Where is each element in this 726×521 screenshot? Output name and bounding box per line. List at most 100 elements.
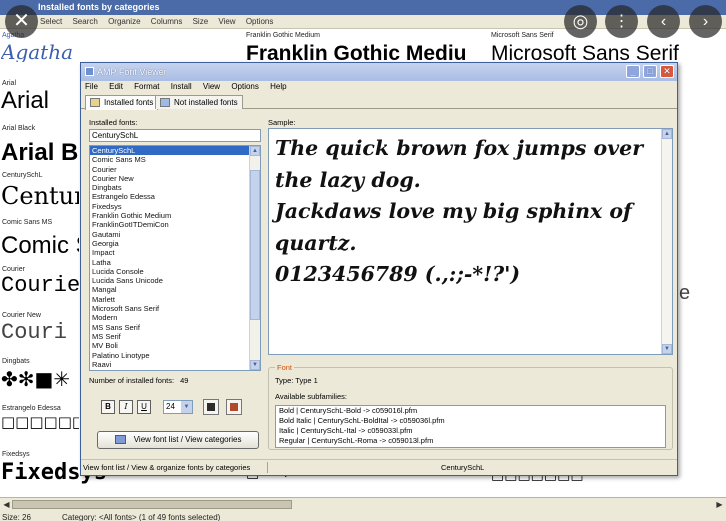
font-search-input[interactable]: CenturySchL (89, 129, 261, 142)
sample-line: The quick brown fox jumps over (275, 136, 643, 160)
list-item[interactable]: MV Boli (90, 341, 260, 350)
close-icon[interactable]: ✕ (5, 5, 38, 38)
minimize-icon[interactable]: _ (626, 65, 640, 78)
scroll-up-icon[interactable]: ▲ (662, 129, 672, 139)
sample-text-dingbats[interactable]: ✤✻■✳ (1, 369, 79, 389)
list-item[interactable]: Marlett (90, 295, 260, 304)
list-item[interactable]: MS Sans Serif (90, 323, 260, 332)
status-category: Category: <All fonts> (1 of 49 fonts sel… (62, 513, 221, 521)
next-icon[interactable]: › (689, 5, 722, 38)
sample-text-ms-sans[interactable]: Microsoft Sans Serif (491, 43, 726, 64)
list-item[interactable]: Franklin Gothic Medium (90, 211, 260, 220)
sample-line: 0123456789 (.,:;-*!?') (275, 262, 521, 286)
list-item[interactable]: Lucida Console (90, 267, 260, 276)
dialog-title-bar[interactable]: AMP Font Viewer _ □ ✕ (81, 63, 677, 81)
sample-text-courier-new[interactable]: Couri (1, 322, 79, 344)
subfamilies-list[interactable]: Bold | CenturySchL-Bold -> c059016l.pfm … (275, 405, 666, 448)
underline-button[interactable]: U (137, 400, 151, 414)
tab-not-installed-fonts[interactable]: Not installed fonts (155, 95, 243, 109)
list-item[interactable]: Comic Sans MS (90, 155, 260, 164)
character-map-button[interactable] (226, 399, 242, 415)
tab-installed-fonts[interactable]: Installed fonts (85, 95, 159, 110)
sample-text-agatha[interactable]: Agatha (1, 42, 79, 62)
sample-label-franklin: Franklin Gothic Medium (246, 32, 320, 39)
sample-text-franklin[interactable]: Franklin Gothic Mediu (246, 43, 490, 64)
menu-help[interactable]: Help (270, 82, 286, 91)
list-item[interactable]: Fixedsys (90, 202, 260, 211)
scroll-up-icon[interactable]: ▲ (250, 146, 260, 156)
list-item[interactable]: Courier (90, 165, 260, 174)
menu-view[interactable]: View (203, 82, 220, 91)
scroll-down-icon[interactable]: ▼ (250, 360, 260, 370)
sample-text-courier[interactable]: Courie (1, 275, 79, 297)
list-item[interactable]: Raavi (90, 360, 260, 369)
list-item[interactable]: Palatino Linotype (90, 351, 260, 360)
list-item[interactable]: Bold Italic | CenturySchL-BoldItal -> c0… (276, 416, 665, 426)
list-item[interactable]: Gautami (90, 230, 260, 239)
list-item[interactable]: CenturySchL (90, 146, 260, 156)
list-item[interactable]: MS Serif (90, 332, 260, 341)
subfamilies-label: Available subfamilies: (275, 392, 347, 401)
view-font-list-button[interactable]: View font list / View categories (97, 431, 259, 449)
font-list-scrollbar[interactable]: ▲ ▼ (249, 146, 260, 370)
list-item[interactable]: FranklinGotITDemiCon (90, 220, 260, 229)
window-close-icon[interactable]: ✕ (660, 65, 674, 78)
scroll-right-icon[interactable]: ▶ (714, 499, 725, 510)
sample-text-arial[interactable]: Arial (1, 89, 79, 113)
font-size-select[interactable]: 24 ▼ (163, 400, 193, 414)
color-button[interactable] (203, 399, 219, 415)
list-item[interactable]: Estrangelo Edessa (90, 192, 260, 201)
maximize-icon[interactable]: □ (643, 65, 657, 78)
bold-button[interactable]: B (101, 400, 115, 414)
list-item[interactable]: Georgia (90, 239, 260, 248)
horizontal-scrollbar[interactable]: ◀ ▶ (0, 497, 726, 511)
sample-label-courier: Courier (2, 266, 25, 273)
list-item[interactable]: Mangal (90, 285, 260, 294)
more-icon[interactable]: ⋮ (605, 5, 638, 38)
sample-label-courier-new: Courier New (2, 312, 41, 319)
scrollbar-thumb[interactable] (250, 170, 260, 320)
list-item[interactable]: Dingbats (90, 183, 260, 192)
font-listbox[interactable]: CenturySchL Comic Sans MS Courier Courie… (89, 145, 261, 371)
bg-menu-select[interactable]: Select (40, 17, 62, 26)
sample-scrollbar[interactable]: ▲ ▼ (661, 129, 672, 354)
status-divider (267, 462, 268, 473)
menu-file[interactable]: File (85, 82, 98, 91)
bg-menu-size[interactable]: Size (193, 17, 209, 26)
previous-icon[interactable]: ‹ (647, 5, 680, 38)
list-item[interactable]: Latha (90, 258, 260, 267)
bg-menu-columns[interactable]: Columns (151, 17, 183, 26)
menu-install[interactable]: Install (171, 82, 192, 91)
sample-text-comic-sans[interactable]: Comic S (1, 234, 79, 258)
italic-button[interactable]: I (119, 400, 133, 414)
sample-text-estrangelo[interactable]: □□□□□□□ (1, 415, 79, 430)
sample-text-arial-black[interactable]: Arial B (1, 141, 79, 165)
scroll-down-icon[interactable]: ▼ (662, 344, 672, 354)
chevron-down-icon[interactable]: ▼ (181, 401, 192, 413)
tab-label: Installed fonts (104, 98, 154, 107)
sample-text-centuryschl[interactable]: Centur (1, 184, 79, 208)
list-item[interactable]: Courier New (90, 174, 260, 183)
background-status-bar: Size: 26 Category: <All fonts> (1 of 49 … (0, 511, 726, 521)
list-item[interactable]: Italic | CenturySchL-Ital -> c059033l.pf… (276, 426, 665, 436)
view-font-list-label: View font list / View categories (133, 435, 242, 444)
list-item[interactable]: Impact (90, 248, 260, 257)
menu-edit[interactable]: Edit (109, 82, 123, 91)
menu-options[interactable]: Options (231, 82, 259, 91)
bg-menu-organize[interactable]: Organize (108, 17, 140, 26)
list-item[interactable]: Microsoft Sans Serif (90, 304, 260, 313)
list-item[interactable]: Modern (90, 313, 260, 322)
list-item[interactable]: Lucida Sans Unicode (90, 276, 260, 285)
scroll-left-icon[interactable]: ◀ (1, 499, 12, 510)
bg-menu-search[interactable]: Search (72, 17, 97, 26)
bg-menu-options[interactable]: Options (246, 17, 274, 26)
dialog-status-bar: View font list / View & organize fonts b… (81, 459, 677, 475)
lens-icon[interactable]: ◎ (564, 5, 597, 38)
menu-format[interactable]: Format (134, 82, 159, 91)
app-icon (85, 67, 94, 76)
list-item[interactable]: Regular | CenturySchL-Roma -> c059013l.p… (276, 436, 665, 446)
bg-menu-view[interactable]: View (218, 17, 235, 26)
font-type: Type: Type 1 (275, 376, 318, 385)
list-item[interactable]: Bold | CenturySchL-Bold -> c059016l.pfm (276, 406, 665, 416)
scrollbar-thumb[interactable] (12, 500, 292, 509)
